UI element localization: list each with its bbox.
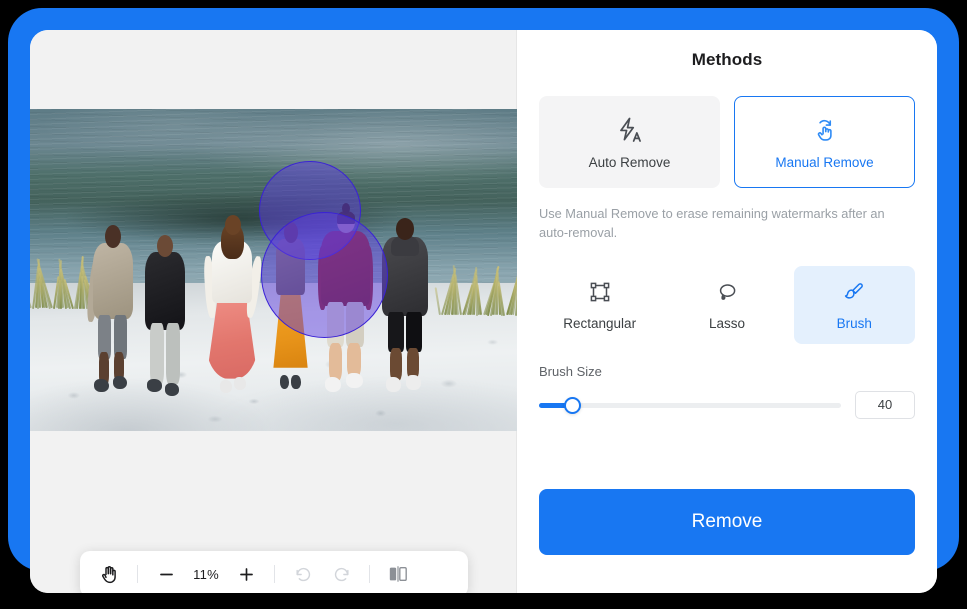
app-window: 11% Methods Auto Remove Manual Remove Us… xyxy=(30,30,937,593)
grass-clump-right xyxy=(434,244,517,316)
toolbar-divider xyxy=(274,565,275,583)
remove-button[interactable]: Remove xyxy=(539,489,915,555)
hand-touch-icon xyxy=(810,115,840,145)
method-card-group: Auto Remove Manual Remove xyxy=(539,96,915,188)
brush-size-slider[interactable] xyxy=(539,396,841,414)
tool-card-brush[interactable]: Brush xyxy=(793,266,915,345)
rectangular-marquee-icon xyxy=(588,280,612,304)
toolbar-divider xyxy=(369,565,370,583)
app-window-frame: 11% Methods Auto Remove Manual Remove Us… xyxy=(8,8,959,593)
method-card-auto-remove[interactable]: Auto Remove xyxy=(539,96,720,188)
method-label: Auto Remove xyxy=(588,154,671,170)
tool-label: Brush xyxy=(836,315,872,331)
pan-tool-button[interactable] xyxy=(90,557,128,591)
redo-icon xyxy=(332,565,351,584)
compare-button[interactable] xyxy=(379,557,417,591)
person-figure xyxy=(203,215,264,399)
brush-size-row: 40 xyxy=(539,391,915,420)
tool-label: Rectangular xyxy=(563,315,637,331)
undo-button[interactable] xyxy=(284,557,322,591)
compare-split-icon xyxy=(387,564,409,584)
zoom-out-button[interactable] xyxy=(147,557,185,591)
brush-size-slider-thumb[interactable] xyxy=(563,396,581,414)
toolbar-divider xyxy=(137,565,138,583)
method-label: Manual Remove xyxy=(775,154,874,170)
zoom-level-value: 11% xyxy=(193,566,219,582)
lightning-a-icon xyxy=(615,115,645,145)
person-figure xyxy=(381,218,430,398)
brush-size-value-input[interactable]: 40 xyxy=(855,391,915,420)
image-canvas[interactable] xyxy=(30,109,517,431)
brush-icon xyxy=(842,280,866,304)
zoom-in-button[interactable] xyxy=(227,557,265,591)
canvas-toolbar: 11% xyxy=(80,551,468,593)
panel-title: Methods xyxy=(691,50,763,69)
brush-selection-mask[interactable] xyxy=(261,212,388,338)
photo-beach-group xyxy=(30,109,517,431)
methods-hint-text: Use Manual Remove to erase remaining wat… xyxy=(539,206,885,241)
undo-icon xyxy=(294,565,313,584)
methods-panel: Methods Auto Remove Manual Remove Use Ma… xyxy=(517,30,937,593)
minus-icon xyxy=(157,565,176,584)
person-figure xyxy=(144,234,185,396)
tool-card-lasso[interactable]: Lasso xyxy=(666,266,787,344)
plus-icon xyxy=(237,565,256,584)
hand-icon xyxy=(99,564,120,585)
lasso-icon xyxy=(715,280,739,304)
tool-label: Lasso xyxy=(708,315,745,331)
selection-tool-group: Rectangular Lasso Brush xyxy=(539,266,915,345)
editor-pane: 11% xyxy=(30,30,517,593)
method-card-manual-remove[interactable]: Manual Remove xyxy=(734,96,915,188)
redo-button[interactable] xyxy=(322,557,360,591)
person-figure xyxy=(85,224,135,393)
brush-size-label: Brush Size xyxy=(539,364,602,380)
tool-card-rectangular[interactable]: Rectangular xyxy=(539,266,660,344)
